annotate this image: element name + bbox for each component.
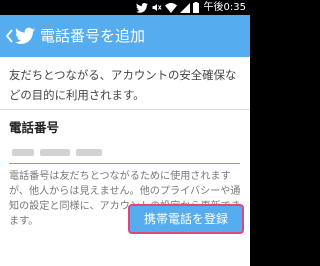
clock: 午後0:35 xyxy=(203,2,246,13)
twitter-bird-icon xyxy=(15,27,35,44)
phone-number-input[interactable] xyxy=(9,141,240,164)
app-bar: 電話番号を追加 xyxy=(0,15,250,57)
page-title: 電話番号を追加 xyxy=(40,27,146,45)
obscured-digits xyxy=(12,149,34,156)
obscured-digits xyxy=(76,149,102,156)
signal-icon xyxy=(179,2,190,13)
status-bar: 午後0:35 xyxy=(0,0,250,15)
back-arrow-icon[interactable] xyxy=(4,27,14,45)
battery-icon xyxy=(192,2,199,13)
divider xyxy=(0,109,250,110)
obscured-digits xyxy=(40,149,70,156)
main-content: 友だちとつながる、アカウントの安全確保などの目的に利用されます。 電話番号 電話… xyxy=(0,57,250,266)
intro-text: 友だちとつながる、アカウントの安全確保などの目的に利用されます。 xyxy=(9,68,237,102)
mute-icon xyxy=(152,4,161,11)
wifi-icon xyxy=(164,2,177,13)
phone-field-label: 電話番号 xyxy=(9,120,60,135)
status-icons: 午後0:35 xyxy=(135,1,246,14)
twitter-bird-icon xyxy=(135,2,148,13)
register-phone-button[interactable]: 携帯電話を登録 xyxy=(128,204,244,234)
